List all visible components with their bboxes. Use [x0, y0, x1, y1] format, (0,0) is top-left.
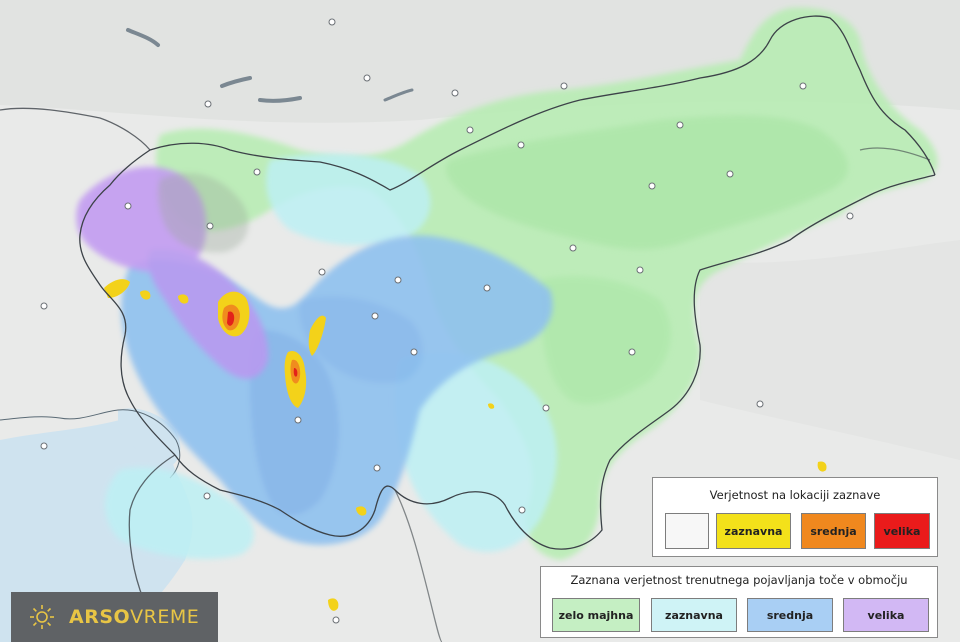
sun-icon — [30, 605, 54, 629]
legend-area-swatch-zaznavna: zaznavna — [651, 598, 737, 632]
hail-warning-map-view: Verjetnost na lokaciji zaznave zaznavna … — [0, 0, 960, 642]
legend-location-swatch-none — [665, 513, 709, 549]
legend-area-swatch-zelo-majhna: zelo majhna — [552, 598, 640, 632]
legend-location-swatch-zaznavna: zaznavna — [716, 513, 791, 549]
logo-vreme: VREME — [130, 606, 200, 628]
legend-location-title: Verjetnost na lokaciji zaznave — [709, 488, 881, 502]
legend-area-swatch-velika: velika — [843, 598, 929, 632]
legend-location-swatch-srednja: srednja — [801, 513, 866, 549]
legend-area-title: Zaznana verjetnost trenutnega pojavljanj… — [570, 573, 908, 587]
legend-area-swatch-srednja: srednja — [747, 598, 833, 632]
arso-vreme-logo[interactable]: ARSOVREME — [11, 592, 218, 642]
legend-location-probability: Verjetnost na lokaciji zaznave zaznavna … — [652, 477, 938, 557]
legend-area-probability: Zaznana verjetnost trenutnega pojavljanj… — [540, 566, 938, 638]
legend-location-swatch-velika: velika — [874, 513, 930, 549]
logo-arso: ARSO — [69, 606, 131, 628]
logo-text: ARSOVREME — [69, 606, 199, 628]
